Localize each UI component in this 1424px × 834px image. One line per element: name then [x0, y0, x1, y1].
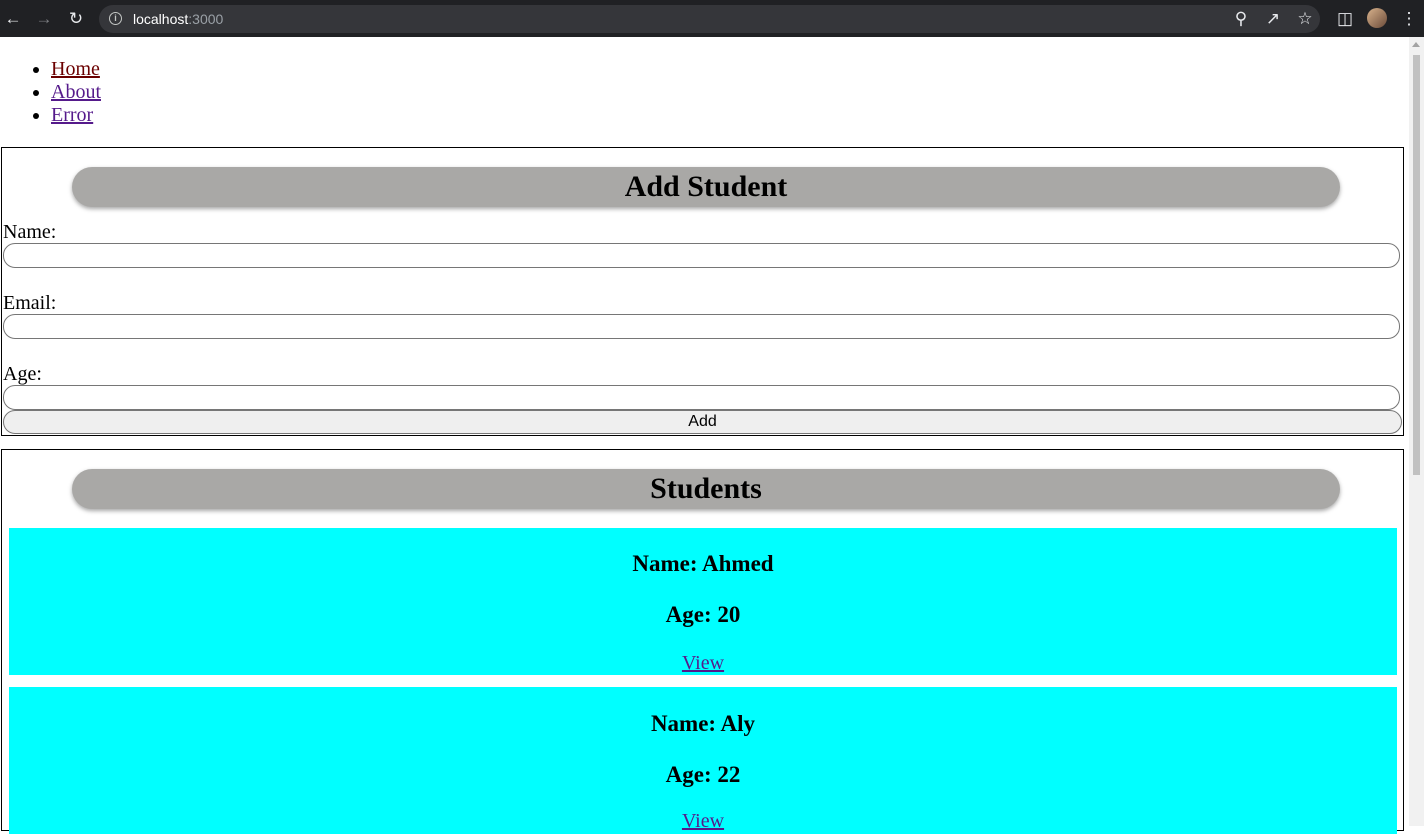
reload-icon[interactable]: ↻: [66, 9, 86, 29]
add-button[interactable]: Add: [3, 410, 1402, 434]
profile-avatar[interactable]: [1367, 8, 1387, 28]
students-card: Students Name: Ahmed Age: 20 View Name: …: [1, 449, 1404, 834]
side-panel-icon[interactable]: ◫: [1335, 9, 1355, 29]
url-host: localhost: [133, 11, 189, 27]
student-age: Age: 20: [665, 602, 741, 627]
nav-link-error[interactable]: Error: [51, 104, 93, 126]
nav-item-error: Error: [51, 104, 101, 127]
email-input[interactable]: [3, 314, 1400, 339]
name-input[interactable]: [3, 243, 1400, 268]
students-title: Students: [72, 469, 1340, 509]
forward-icon[interactable]: →: [34, 9, 54, 29]
back-icon[interactable]: ←: [3, 9, 23, 29]
view-link[interactable]: View: [682, 652, 724, 674]
bookmark-star-icon[interactable]: ☆: [1295, 9, 1315, 29]
nav-item-about: About: [51, 81, 101, 104]
age-label: Age:: [3, 363, 42, 385]
student-card: Name: Ahmed Age: 20 View: [9, 528, 1397, 675]
nav-item-home: Home: [51, 58, 101, 81]
student-name: Name: Aly: [650, 711, 756, 736]
browser-toolbar: ← → ↻ i localhost:3000 ⚲ ↗ ☆ ◫ ⋮: [0, 0, 1424, 37]
student-card: Name: Aly Age: 22 View: [9, 687, 1397, 834]
zoom-icon[interactable]: ⚲: [1231, 9, 1251, 29]
student-view: View: [9, 652, 1397, 674]
scrollbar-thumb[interactable]: [1413, 55, 1420, 475]
menu-dots-icon[interactable]: ⋮: [1399, 9, 1419, 29]
student-name: Name: Ahmed: [632, 551, 774, 576]
nav-link-home[interactable]: Home: [51, 58, 100, 80]
student-view: View: [9, 810, 1397, 832]
age-input[interactable]: [3, 385, 1400, 410]
add-student-title: Add Student: [72, 167, 1340, 207]
address-bar[interactable]: i localhost:3000: [99, 5, 1320, 33]
info-icon[interactable]: i: [109, 12, 122, 25]
share-icon[interactable]: ↗: [1263, 9, 1283, 29]
student-age: Age: 22: [665, 762, 741, 787]
page-content: Home About Error Add Student Name: Email…: [0, 37, 1409, 834]
url-port: :3000: [188, 11, 224, 27]
nav-list: Home About Error: [51, 58, 101, 127]
view-link[interactable]: View: [682, 810, 724, 832]
nav-link-about[interactable]: About: [51, 81, 101, 103]
page-scrollbar[interactable]: [1409, 37, 1424, 826]
url-text[interactable]: localhost:3000: [133, 11, 223, 27]
scroll-up-icon[interactable]: [1412, 42, 1420, 47]
email-label: Email:: [3, 292, 57, 314]
name-label: Name:: [3, 221, 57, 243]
add-student-card: Add Student Name: Email: Age: Add: [1, 147, 1404, 436]
